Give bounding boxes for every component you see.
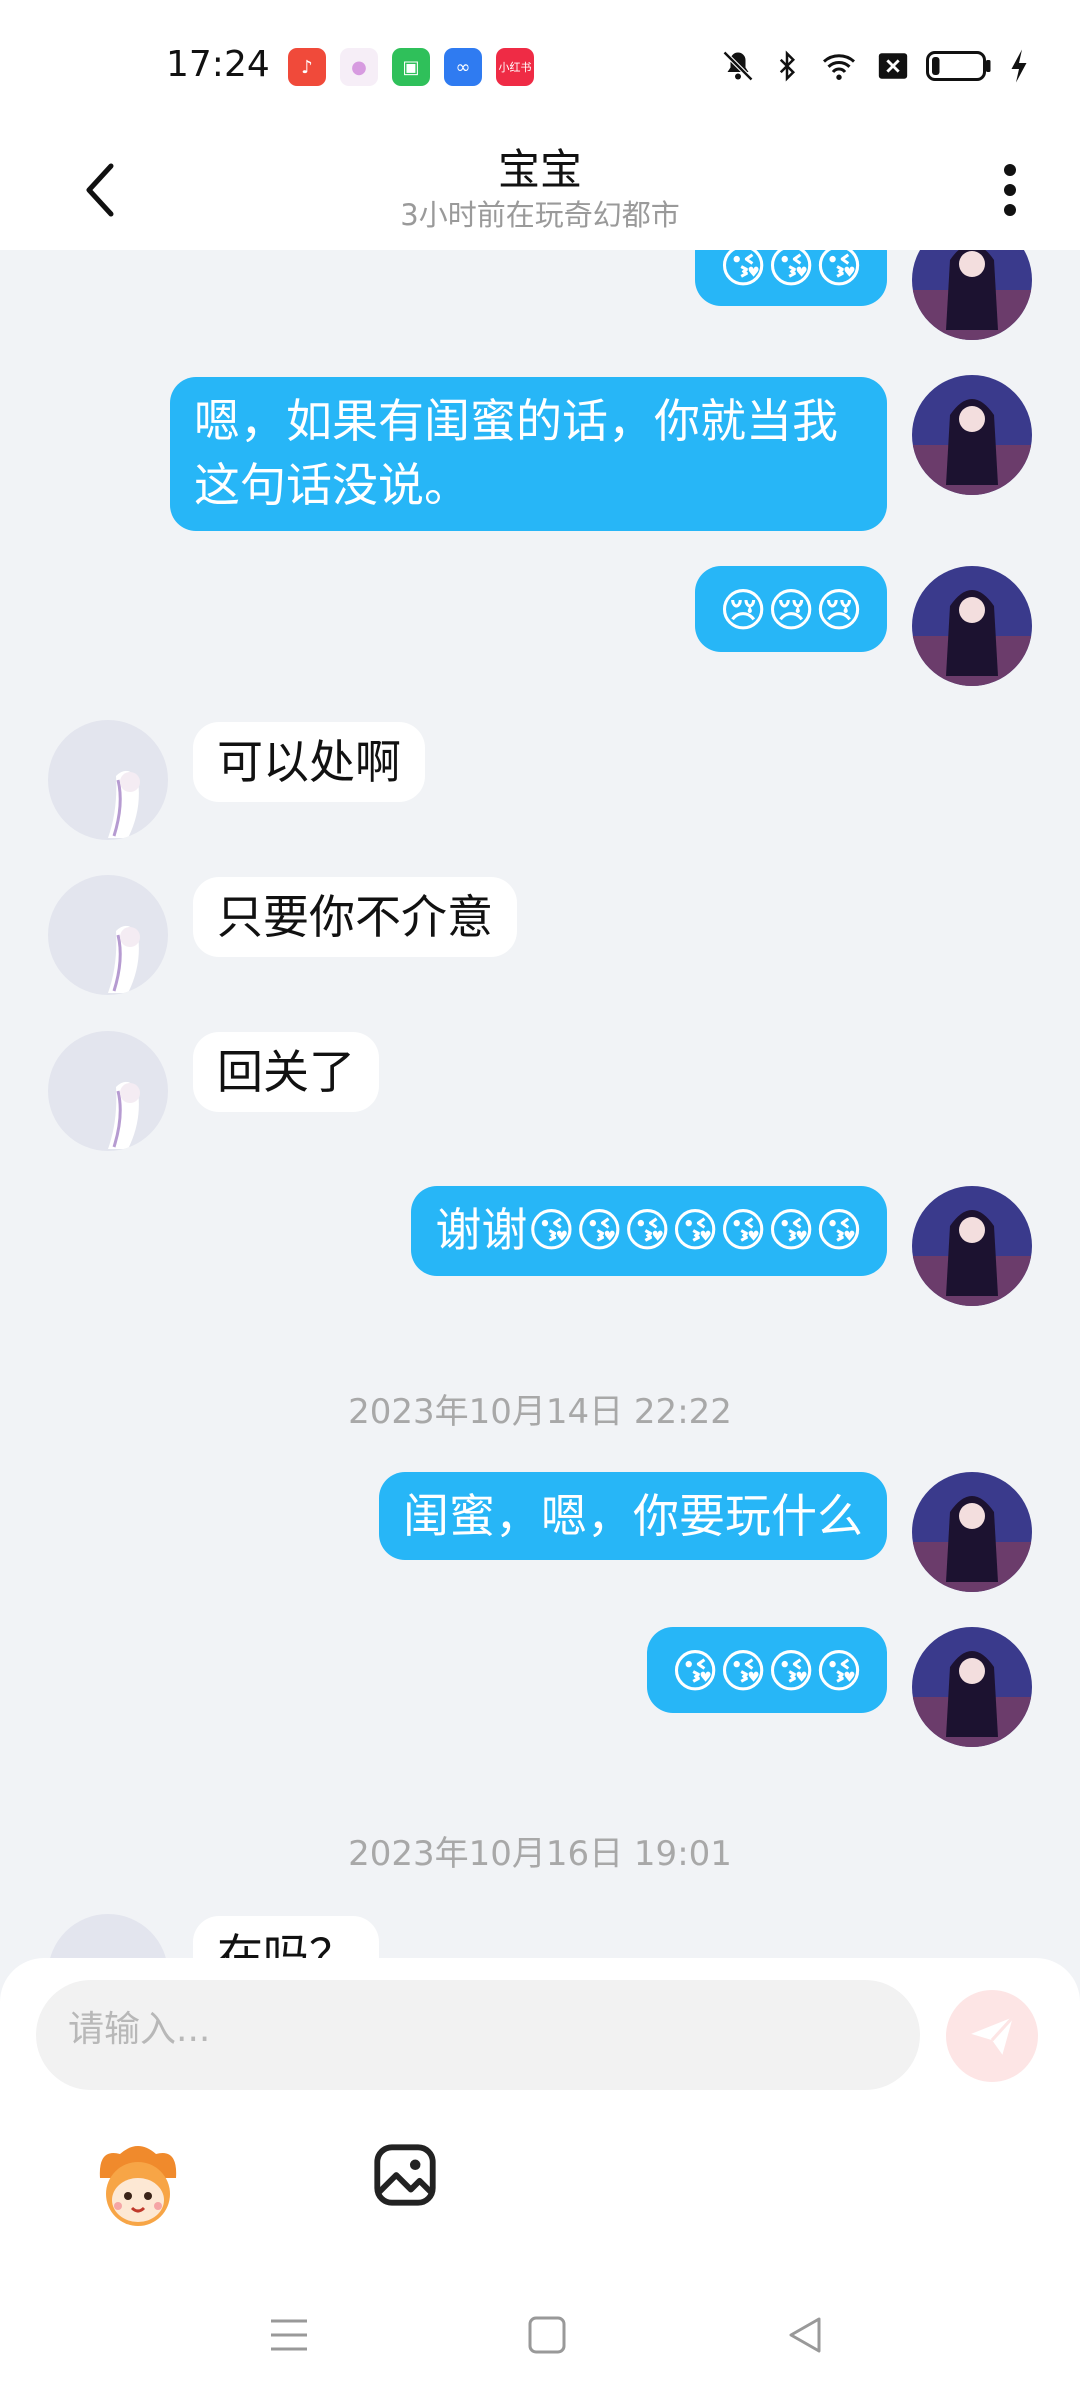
menu-icon	[271, 2319, 307, 2351]
battery-icon	[926, 51, 991, 81]
chat-header: 宝宝 3小时前在玩奇幻都市	[0, 130, 1080, 250]
message-timestamp: 2023年10月14日 22:22	[348, 1392, 732, 1432]
contact-avatar[interactable]	[48, 720, 168, 840]
xiaohongshu-app-icon: 小红书	[496, 48, 534, 86]
send-icon	[971, 2016, 1014, 2055]
message-list[interactable]: 😘😘😘 嗯，如果有闺蜜的话，你就当我这句话没说。 😢😢😢 可以处啊 只要你不介意…	[0, 250, 1080, 1958]
message-timestamp: 2023年10月16日 19:01	[348, 1834, 732, 1874]
message-bubble-incoming[interactable]: 在吗？	[193, 1916, 379, 1958]
contact-avatar[interactable]	[48, 1031, 168, 1151]
system-icons	[720, 48, 1030, 84]
message-bubble-outgoing[interactable]: 嗯，如果有闺蜜的话，你就当我这句话没说。	[170, 377, 887, 531]
charging-icon	[1011, 49, 1027, 83]
nav-home-button[interactable]	[512, 2300, 582, 2370]
infinity-app-icon: ∞	[444, 48, 482, 86]
home-square-icon	[528, 2316, 566, 2354]
message-bubble-incoming[interactable]: 回关了	[193, 1032, 379, 1112]
nav-back-button[interactable]	[770, 2300, 840, 2370]
message-bubble-incoming[interactable]: 只要你不介意	[193, 877, 517, 957]
store-app-icon: ▣	[392, 48, 430, 86]
message-bubble-outgoing[interactable]: 😘😘😘	[695, 250, 887, 306]
message-bubble-incoming[interactable]: 可以处啊	[193, 722, 425, 802]
bell-off-icon	[722, 50, 754, 82]
notification-app-icons: ♪ ● ▣ ∞ 小红书	[288, 48, 534, 86]
contact-avatar[interactable]	[48, 1914, 168, 1958]
no-sim-icon	[878, 53, 908, 79]
music-app-icon: ♪	[288, 48, 326, 86]
message-input-wrapper[interactable]	[36, 1980, 920, 2090]
message-bubble-outgoing[interactable]: 😢😢😢	[695, 566, 887, 652]
contact-name: 宝宝	[497, 145, 582, 194]
light-app-icon: ●	[340, 48, 378, 86]
sticker-button[interactable]	[90, 2138, 186, 2234]
image-button[interactable]	[370, 2140, 440, 2210]
contact-status: 3小时前在玩奇幻都市	[400, 198, 680, 232]
message-bubble-outgoing[interactable]: 闺蜜，嗯，你要玩什么	[379, 1472, 887, 1560]
bluetooth-icon	[779, 50, 796, 82]
status-bar: 17:24 ♪ ● ▣ ∞ 小红书	[0, 0, 1080, 130]
message-bubble-outgoing[interactable]: 😘😘😘😘	[647, 1627, 887, 1713]
my-avatar[interactable]	[912, 375, 1032, 495]
image-icon	[374, 2144, 436, 2206]
status-time: 17:24	[166, 44, 270, 85]
my-avatar[interactable]	[912, 566, 1032, 686]
message-bubble-outgoing[interactable]: 谢谢😘😘😘😘😘😘😘	[411, 1186, 887, 1276]
more-vertical-icon	[1004, 164, 1016, 216]
more-options-button[interactable]	[990, 150, 1030, 230]
system-nav-bar	[0, 2280, 1080, 2390]
triangle-back-icon	[789, 2317, 821, 2353]
message-input[interactable]	[66, 2008, 870, 2051]
wifi-icon	[823, 54, 855, 80]
send-button[interactable]	[946, 1990, 1038, 2082]
contact-avatar[interactable]	[48, 875, 168, 995]
mascot-sticker-icon	[99, 2146, 177, 2226]
my-avatar[interactable]	[912, 1472, 1032, 1592]
my-avatar[interactable]	[912, 250, 1032, 340]
my-avatar[interactable]	[912, 1186, 1032, 1306]
my-avatar[interactable]	[912, 1627, 1032, 1747]
nav-menu-button[interactable]	[254, 2300, 324, 2370]
